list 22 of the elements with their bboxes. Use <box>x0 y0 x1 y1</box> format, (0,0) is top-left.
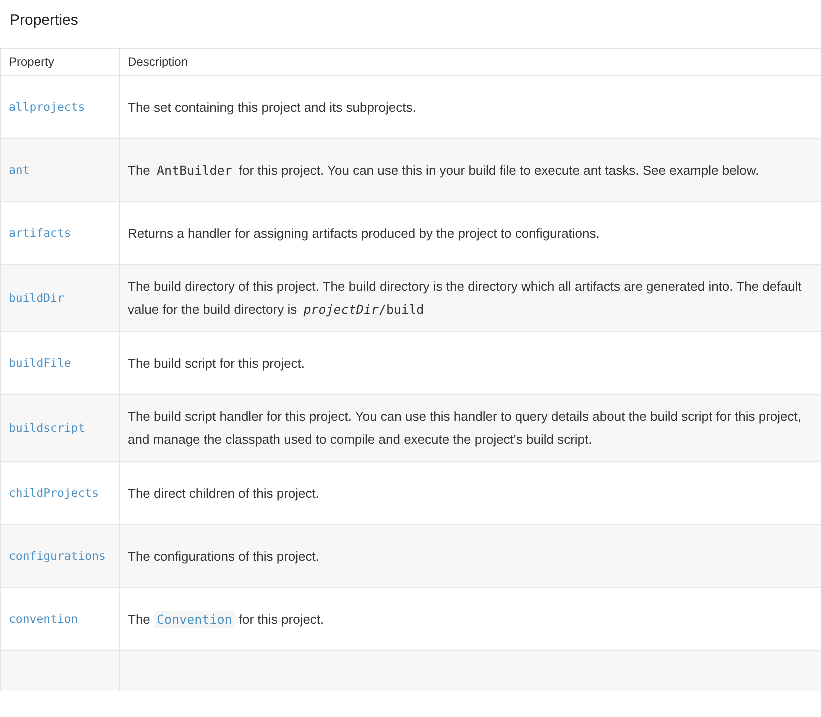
property-link[interactable]: childProjects <box>9 486 100 500</box>
section-title: Properties <box>9 11 80 31</box>
property-description: The set containing this project and its subprojects. <box>128 98 416 117</box>
column-header: Description <box>128 55 188 69</box>
property-description: The configurations of this project. <box>128 548 320 566</box>
property-link[interactable]: artifacts <box>9 226 72 240</box>
property-description: The build script for this project. <box>128 354 306 373</box>
property-description: The build script handler for this project. You can use this handler to query details about the build script for this project, and manage the classpath used to compile and execute the project's build script. <box>128 408 802 449</box>
property-link[interactable]: buildDir <box>9 291 64 305</box>
convention-link[interactable]: Convention <box>154 610 236 628</box>
property-description: The AntBuilder for this project. You can use this in your build file to execute ant tasks. See example below. <box>128 160 760 180</box>
property-link[interactable]: configurations <box>9 549 106 563</box>
column-header: Property <box>9 55 54 69</box>
property-link[interactable]: allprojects <box>9 100 86 114</box>
property-description: The build directory of this project. The build directory is the directory which all artifacts are generated into. The default value for the build directory is projectDir/build <box>128 278 803 319</box>
property-description: The direct children of this project. <box>128 484 320 503</box>
property-link[interactable]: buildFile <box>9 356 72 370</box>
property-description: The Convention for this project. <box>128 610 324 630</box>
property-link[interactable]: ant <box>9 163 30 177</box>
property-description: Returns a handler for assigning artifacts produced by the project to configurations. <box>128 224 600 243</box>
property-link[interactable]: convention <box>9 612 78 626</box>
property-link[interactable]: buildscript <box>9 421 86 435</box>
